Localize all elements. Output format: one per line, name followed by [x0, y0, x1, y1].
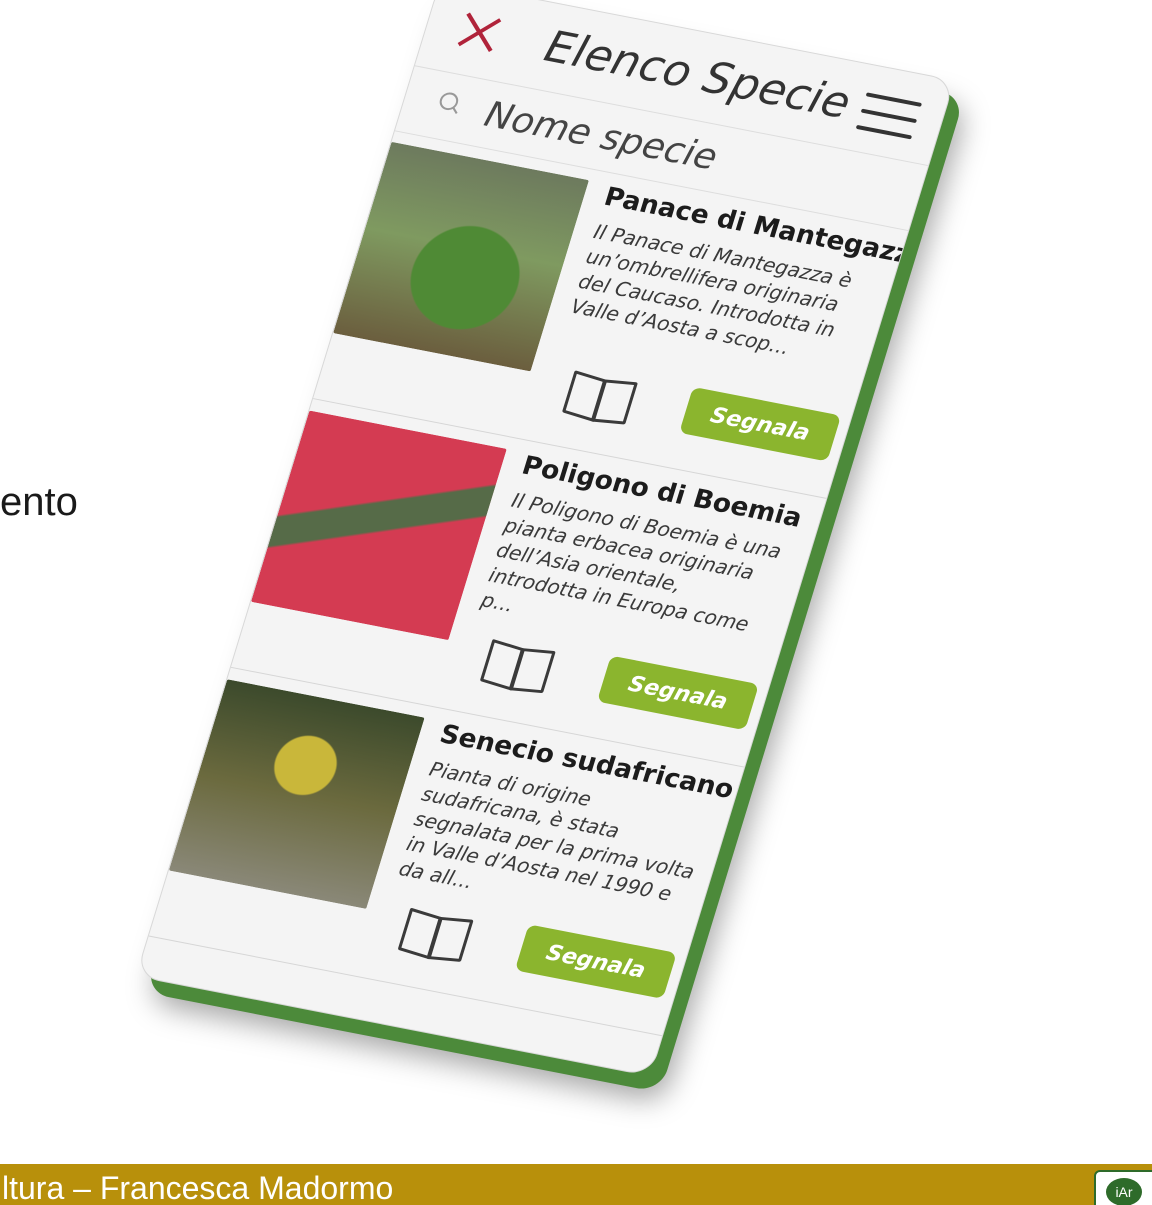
close-icon[interactable] [452, 6, 508, 57]
report-button[interactable]: Segnala [596, 655, 760, 731]
search-icon [437, 90, 461, 112]
report-button[interactable]: Segnala [679, 386, 842, 462]
menu-icon[interactable] [855, 92, 923, 141]
slide-text-fragment: ento [0, 480, 78, 524]
species-photo [333, 141, 589, 372]
logo-text: iAr [1106, 1178, 1142, 1205]
species-photo [250, 410, 507, 641]
species-photo [168, 679, 425, 909]
book-icon[interactable] [559, 368, 636, 426]
slide-footer: ltura – Francesca Madormo iAr [0, 1164, 1152, 1205]
book-icon[interactable] [395, 905, 472, 963]
logo: iAr [1094, 1170, 1152, 1205]
footer-text: ltura – Francesca Madormo [2, 1170, 394, 1205]
report-button[interactable]: Segnala [514, 924, 677, 999]
phone-mockup: Elenco Specie Panace di Mantegazza Il Pa… [135, 0, 956, 1077]
book-icon[interactable] [477, 636, 554, 694]
app-screen: Elenco Specie Panace di Mantegazza Il Pa… [135, 0, 956, 1077]
species-list: Panace di Mantegazza Il Panace di Manteg… [148, 130, 932, 1037]
